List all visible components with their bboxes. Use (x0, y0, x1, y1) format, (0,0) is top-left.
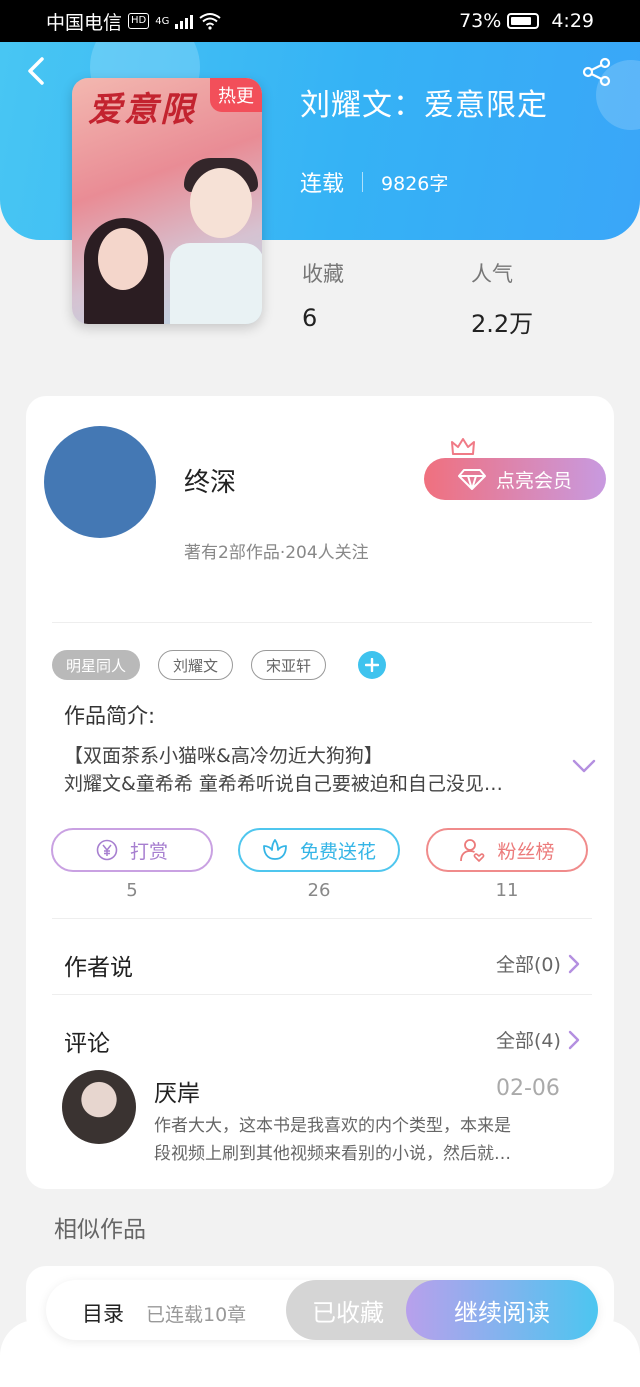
carrier-name: 中国电信 (46, 11, 123, 34)
clock: 4:29 (551, 10, 594, 32)
divider (52, 994, 592, 995)
intro-text[interactable]: 【双面茶系小猫咪&高冷勿近大狗狗】 刘耀文&童希希 童希希听说自己要被迫和自己没… (64, 742, 544, 798)
chevron-right-icon (568, 954, 580, 973)
comment-date: 02-06 (496, 1076, 560, 1101)
intro-title: 作品简介: (64, 704, 156, 728)
network-type: 4G (155, 15, 170, 27)
signal-icon (175, 13, 194, 29)
tag-item[interactable]: 刘耀文 (158, 650, 234, 680)
favorites-label: 收藏 (302, 262, 344, 286)
tag-item[interactable]: 明星同人 (52, 650, 141, 680)
word-count: 9826字 (381, 172, 449, 195)
author-avatar[interactable] (44, 426, 156, 538)
book-cover[interactable]: 爱意限 热更 (72, 78, 262, 324)
cover-title: 爱意限 (88, 90, 196, 130)
book-status-row: 连载 9826字 (300, 166, 448, 198)
tag-item[interactable]: 宋亚轩 (251, 650, 327, 680)
popularity-value: 2.2万 (471, 310, 534, 338)
vip-label: 点亮会员 (495, 469, 572, 492)
tip-button[interactable]: 打赏 (51, 828, 213, 872)
intro-line: 【双面茶系小猫咪&高冷勿近大狗狗】 (64, 745, 383, 767)
chevron-right-icon (568, 1030, 580, 1049)
fans-count: 11 (495, 880, 519, 901)
author-name[interactable]: 终深 (184, 462, 236, 499)
comments-title: 评论 (64, 1031, 110, 1057)
commenter-name[interactable]: 厌岸 (154, 1074, 200, 1108)
send-flower-label: 免费送花 (299, 840, 376, 863)
popularity-label: 人气 (471, 262, 513, 286)
book-title: 刘耀文：爱意限定 (300, 88, 548, 123)
status-right: 73% 4:29 (459, 10, 594, 32)
hd-badge: HD (128, 13, 150, 29)
plus-icon (365, 658, 380, 672)
chapter-count[interactable]: 已连载10章 (146, 1300, 246, 1327)
flower-count: 26 (307, 880, 331, 901)
divider (362, 172, 364, 192)
cover-figure (170, 243, 262, 324)
add-tag-button[interactable] (358, 651, 387, 679)
status-bar: 中国电信 HD 4G 73% 4:29 (0, 0, 640, 42)
commenter-avatar[interactable] (62, 1070, 136, 1144)
diamond-icon (457, 469, 486, 490)
tag-list: 明星同人 刘耀文 宋亚轩 (52, 650, 387, 680)
wifi-icon (199, 13, 221, 30)
back-arrow-icon[interactable] (22, 56, 52, 86)
send-flower-button[interactable]: 免费送花 (238, 828, 400, 872)
user-heart-icon (460, 839, 485, 862)
similar-works-title: 相似作品 (54, 1217, 146, 1243)
fan-ranking-button[interactable]: 粉丝榜 (426, 828, 588, 872)
continue-reading-button[interactable]: 继续阅读 (406, 1280, 598, 1340)
battery-icon (507, 13, 540, 29)
comment-line: 段视频上刷到其他视频来看别的小说，然后就… (154, 1144, 511, 1164)
tip-count: 5 (126, 880, 138, 901)
flower-icon (263, 839, 287, 860)
book-detail-card: 终深 著有2部作品·204人关注 点亮会员 明星同人 刘耀文 宋亚轩 作品简介:… (26, 396, 614, 1189)
crown-icon (451, 438, 475, 455)
serial-status: 连载 (300, 172, 345, 197)
comments-more[interactable]: 全部(4) (496, 1026, 581, 1053)
chevron-down-icon[interactable] (572, 758, 596, 774)
cover-figure (190, 168, 252, 238)
intro-line: 刘耀文&童希希 童希希听说自己要被迫和自己没见… (64, 773, 503, 795)
divider (52, 918, 592, 919)
vip-button[interactable]: 点亮会员 (424, 458, 606, 500)
author-says-more[interactable]: 全部(0) (496, 950, 581, 977)
tip-label: 打赏 (129, 840, 168, 863)
author-says-title: 作者说 (64, 955, 133, 981)
cover-figure (98, 228, 148, 290)
favorites-stat: 收藏 6 (302, 258, 344, 332)
fan-ranking-label: 粉丝榜 (497, 840, 555, 863)
battery-percent: 73% (459, 10, 502, 32)
status-left: 中国电信 HD 4G (46, 8, 221, 35)
author-meta: 著有2部作品·204人关注 (184, 543, 369, 563)
divider (52, 622, 592, 623)
author-says-all: 全部(0) (496, 954, 561, 976)
comment-line: 作者大大，这本书是我喜欢的内个类型，本来是 (154, 1116, 511, 1136)
comment-text[interactable]: 作者大大，这本书是我喜欢的内个类型，本来是 段视频上刷到其他视频来看别的小说，然… (154, 1112, 564, 1168)
hot-update-badge: 热更 (210, 78, 262, 112)
share-icon[interactable] (582, 57, 612, 87)
comments-all: 全部(4) (496, 1030, 561, 1052)
toc-button[interactable]: 目录 (82, 1298, 124, 1328)
popularity-stat: 人气 2.2万 (471, 258, 533, 339)
favorites-value: 6 (302, 304, 318, 332)
yen-icon (96, 839, 118, 861)
